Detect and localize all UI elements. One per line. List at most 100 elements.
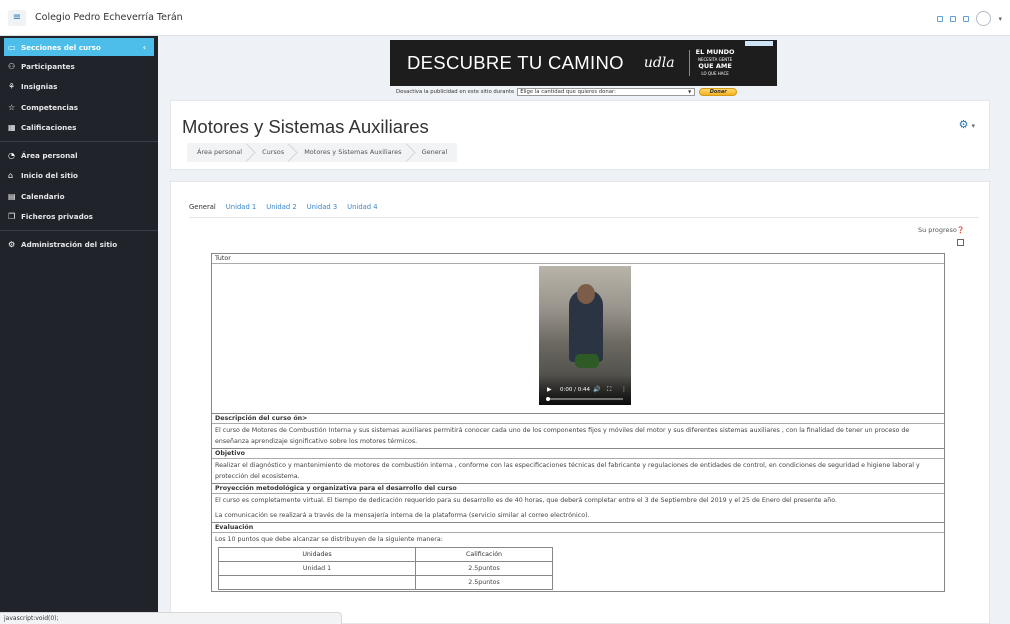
description-header: Descripción del curso ón> [212, 413, 944, 423]
users-icon: ⚇ [8, 61, 16, 71]
ad-banner[interactable]: DESCUBRE TU CAMINO udla EL MUNDO NECESIT… [390, 40, 777, 86]
table-header: Unidades [218, 547, 416, 562]
video-time: 0:00 / 0:44 [560, 387, 591, 393]
ad-brand-line: EL MUNDO [695, 48, 735, 56]
evaluation-text: Los 10 puntos que debe alcanzar se distr… [215, 536, 443, 543]
table-header: Calificación [415, 547, 553, 562]
breadcrumb-item[interactable]: General [412, 143, 458, 162]
hamburger-icon[interactable]: ≡ [8, 9, 26, 26]
tab-unidad-3[interactable]: Unidad 3 [307, 203, 337, 211]
video-row: ▶ 0:00 / 0:44 🔊 ⛶ ⋮ [212, 263, 944, 413]
home-icon: ⌂ [8, 171, 14, 181]
sidebar-divider [0, 141, 158, 142]
ad-brand-line: LO QUE HACE [701, 71, 729, 76]
help-icon[interactable]: ❓ [957, 226, 965, 234]
sidebar-item-administracion[interactable]: ⚙ Administración del sitio [0, 234, 158, 255]
gear-icon[interactable]: ⚙ ▾ [959, 118, 975, 131]
sidebar-item-participantes[interactable]: ⚇ Participantes [0, 56, 158, 77]
grades-icon: ▦ [8, 123, 16, 133]
sidebar-item-calificaciones[interactable]: ▦ Calificaciones [0, 118, 158, 139]
course-summary-table: Tutor ▶ 0:00 / 0:44 🔊 ⛶ ⋮ Descripción de… [211, 253, 945, 592]
files-icon: ❐ [8, 212, 16, 222]
donate-button[interactable]: Donar [699, 88, 738, 96]
sidebar-item-label: Ficheros privados [21, 212, 93, 222]
sidebar-item-label: Insignias [21, 82, 58, 92]
sidebar-item-label: Calificaciones [21, 123, 77, 133]
ad-brand: EL MUNDO NECESITA GENTE QUE AME LO QUE H… [696, 49, 735, 77]
projection-paragraph: El curso es completamente virtual. El ti… [215, 497, 838, 504]
breadcrumb-item[interactable]: Motores y Sistemas Auxiliares [294, 143, 411, 162]
ad-divider [688, 50, 690, 76]
table-row: 2.5puntos [218, 575, 553, 590]
user-avatar[interactable] [976, 11, 992, 26]
video-face [577, 284, 595, 304]
description-text: El curso de Motores de Combustión Intern… [212, 423, 944, 448]
evaluation-table: Unidades Calificación Unidad 1 2.5puntos… [218, 547, 553, 590]
breadcrumb-item[interactable]: Área personal [187, 143, 252, 162]
donate-row: Desactiva la publicidad en este sitio du… [396, 88, 738, 96]
objective-header: Objetivo [212, 448, 944, 458]
sidebar-item-label: Participantes [21, 61, 75, 71]
tab-general[interactable]: General [189, 203, 216, 211]
progress-text: Su progreso [917, 226, 957, 234]
tutor-header: Tutor [212, 254, 944, 263]
calendar-icon: ▤ [8, 191, 16, 201]
projection-text: El curso es completamente virtual. El ti… [212, 493, 944, 522]
sidebar-item-competencias[interactable]: ☆ Competencias [0, 97, 158, 118]
breadcrumb-item[interactable]: Cursos [252, 143, 294, 162]
star-icon: ☆ [8, 102, 16, 112]
table-header-row: Unidades Calificación [218, 547, 553, 562]
course-header: Motores y Sistemas Auxiliares ⚙ ▾ Área pe… [170, 100, 990, 170]
tabs-divider [189, 217, 979, 218]
evaluation-header: Evaluación [212, 522, 944, 532]
section-tabs: General Unidad 1 Unidad 2 Unidad 3 Unida… [189, 203, 378, 211]
tab-unidad-2[interactable]: Unidad 2 [266, 203, 296, 211]
more-icon[interactable]: ⋮ [621, 386, 627, 393]
video-object [575, 354, 599, 368]
badge-icon: ⚘ [8, 82, 16, 92]
sidebar-item-area-personal[interactable]: ◔ Área personal [0, 145, 158, 166]
sidebar-item-label: Competencias [21, 102, 79, 112]
chevron-left-icon[interactable]: ‹ [143, 43, 146, 52]
notification-icon[interactable] [937, 15, 944, 22]
dashboard-icon: ◔ [8, 150, 15, 160]
chevron-down-icon[interactable]: ▾ [971, 122, 975, 130]
chevron-down-icon[interactable]: ▾ [998, 15, 1002, 23]
sidebar-item-calendario[interactable]: ▤ Calendario [0, 186, 158, 207]
sidebar-item-label: Inicio del sitio [21, 171, 78, 181]
ad-brand-line: QUE AME [698, 62, 732, 70]
sidebar-divider [0, 230, 158, 231]
tab-unidad-4[interactable]: Unidad 4 [347, 203, 377, 211]
table-cell [218, 575, 416, 590]
evaluation-body: Los 10 puntos que debe alcanzar se distr… [212, 532, 944, 591]
sidebar-item-label: Área personal [21, 150, 78, 160]
site-name[interactable]: Colegio Pedro Echeverría Terán [35, 12, 183, 23]
progress-checkbox[interactable] [957, 239, 964, 246]
sidebar-item-ficheros[interactable]: ❐ Ficheros privados [0, 207, 158, 228]
tab-unidad-1[interactable]: Unidad 1 [226, 203, 256, 211]
settings-icon: ⚙ [8, 239, 16, 249]
objective-text: Realizar el diagnóstico y mantenimiento … [212, 458, 944, 483]
ad-badge[interactable] [745, 41, 773, 46]
volume-icon[interactable]: 🔊 [593, 386, 600, 393]
play-icon[interactable]: ▶ [547, 386, 552, 393]
video-controls: ▶ 0:00 / 0:44 🔊 ⛶ ⋮ [539, 375, 631, 405]
navbar-right: ▾ [937, 11, 1002, 26]
top-navbar: ≡ Colegio Pedro Echeverría Terán ▾ [0, 0, 1010, 36]
sidebar-item-insignias[interactable]: ⚘ Insignias [0, 77, 158, 98]
fullscreen-icon[interactable]: ⛶ [607, 386, 611, 394]
course-content: General Unidad 1 Unidad 2 Unidad 3 Unida… [170, 181, 990, 624]
page-title: Motores y Sistemas Auxiliares [182, 116, 429, 137]
sidebar-item-secciones[interactable]: ▭ Secciones del curso ‹ [4, 38, 154, 56]
projection-paragraph: La comunicación se realizará a través de… [215, 512, 590, 519]
breadcrumb: Área personal Cursos Motores y Sistemas … [187, 143, 458, 162]
messages-icon[interactable] [950, 15, 957, 22]
donate-select[interactable]: Elige la cantidad que quieres donar: [517, 88, 696, 96]
tutor-video[interactable]: ▶ 0:00 / 0:44 🔊 ⛶ ⋮ [539, 266, 631, 405]
video-progress-bar[interactable] [547, 398, 623, 400]
video-progress-knob[interactable] [546, 396, 550, 401]
ad-headline: DESCUBRE TU CAMINO [407, 52, 624, 73]
sidebar-item-inicio[interactable]: ⌂ Inicio del sitio [0, 166, 158, 187]
projection-header: Proyección metodológica y organizativa p… [212, 483, 944, 493]
language-icon[interactable] [963, 15, 970, 22]
